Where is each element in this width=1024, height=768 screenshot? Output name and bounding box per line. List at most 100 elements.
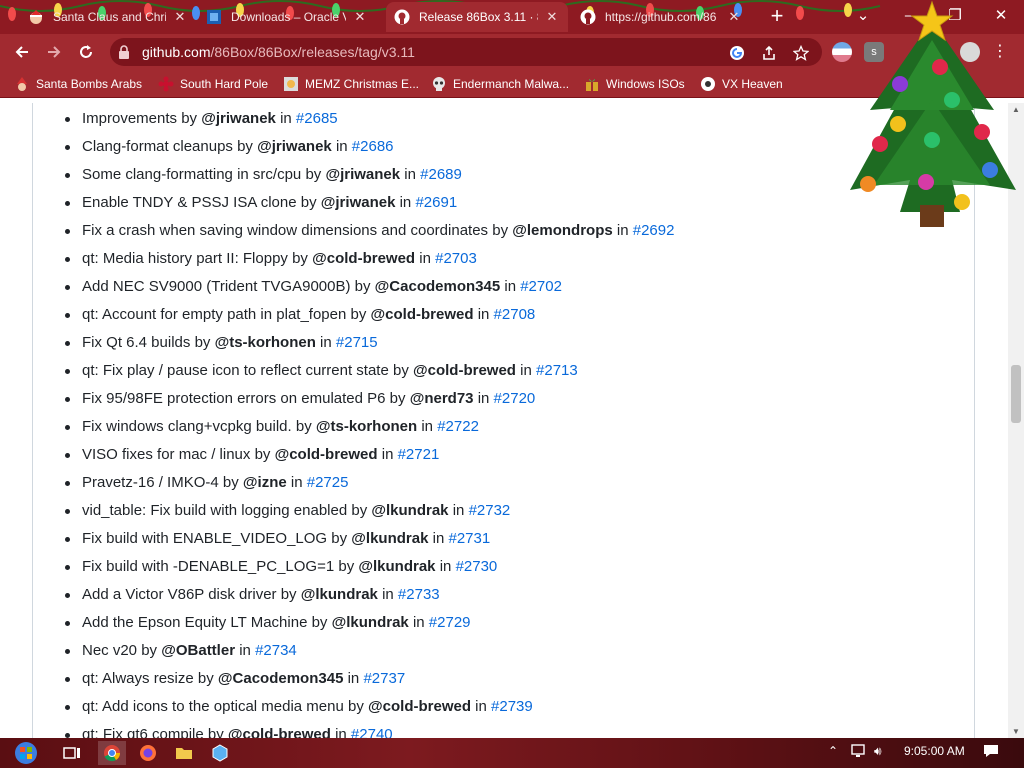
pull-request-link[interactable]: #2713 [536,362,578,379]
pull-request-link[interactable]: #2720 [494,390,536,407]
star-bookmark-icon[interactable] [792,44,810,62]
taskbar-chrome[interactable] [98,741,126,765]
pull-request-link[interactable]: #2715 [336,334,378,351]
author-link[interactable]: @lkundrak [351,530,428,547]
gift-icon [584,76,600,92]
pull-request-link[interactable]: #2731 [448,530,490,547]
author-link[interactable]: @jriwanek [325,166,400,183]
author-link[interactable]: @jriwanek [201,110,276,127]
pull-request-link[interactable]: #2729 [429,614,471,631]
bookmark-south-hard-pole[interactable]: South Hard Pole [158,74,268,94]
commit-title: qt: Add icons to the optical media menu [82,698,344,715]
author-link[interactable]: @jriwanek [257,138,332,155]
clock[interactable]: 9:05:00 AM [904,744,965,758]
pull-request-link[interactable]: #2732 [469,502,511,519]
author-link[interactable]: @jriwanek [321,194,396,211]
pull-request-link[interactable]: #2703 [435,250,477,267]
address-bar[interactable]: github.com/86Box/86Box/releases/tag/v3.1… [110,38,822,66]
by-word: by [305,166,322,183]
close-icon[interactable]: ✕ [352,9,368,25]
santa-icon [28,9,44,25]
pull-request-link[interactable]: #2733 [398,586,440,603]
author-link[interactable]: @lkundrak [371,502,448,519]
pull-request-link[interactable]: #2722 [437,418,479,435]
bookmark-santa-bombs-arabs[interactable]: Santa Bombs Arabs [14,74,142,94]
bookmark-label: Santa Bombs Arabs [36,77,143,91]
bookmark-windows-isos[interactable]: Windows ISOs [584,74,685,94]
tab-downloads-oracle[interactable]: Downloads – Oracle V ✕ [198,2,376,32]
bookmark-memz-christmas[interactable]: MEMZ Christmas E... [283,74,419,94]
pull-request-link[interactable]: #2691 [415,194,457,211]
by-word: by [350,306,367,323]
taskbar-firefox[interactable] [134,741,162,765]
author-link[interactable]: @cold-brewed [371,306,474,323]
author-link[interactable]: @cold-brewed [228,726,331,738]
scroll-thumb[interactable] [1011,365,1021,423]
list-item: Pravetz-16 / IMKO-4 by @izne in #2725 [64,473,349,493]
in-word: in [382,586,394,603]
list-item: vid_table: Fix build with logging enable… [64,501,511,521]
pull-request-link[interactable]: #2689 [420,166,462,183]
taskbar-virtualbox[interactable] [206,741,234,765]
author-link[interactable]: @cold-brewed [413,362,516,379]
tab-santa-claus[interactable]: Santa Claus and Christ ✕ [20,2,196,32]
volume-icon[interactable]: 🔊︎ [874,744,882,759]
scroll-down-icon[interactable]: ▼ [1012,727,1020,736]
list-item: Some clang-formatting in src/cpu by @jri… [65,165,462,185]
close-icon[interactable]: ✕ [172,9,188,25]
author-link[interactable]: @nerd73 [410,390,474,407]
back-button[interactable] [8,38,36,66]
bookmark-endermanch-malware[interactable]: Endermanch Malwa... [431,74,569,94]
commit-title: vid_table: Fix build with logging enable… [82,502,348,519]
pull-request-link[interactable]: #2721 [398,446,440,463]
pull-request-link[interactable]: #2708 [494,306,536,323]
in-word: in [347,670,360,687]
author-link[interactable]: @Cacodemon345 [218,670,344,687]
taskbar-file-explorer[interactable] [170,741,198,765]
notification-icon[interactable] [982,742,1000,763]
in-word: in [399,194,412,211]
close-icon[interactable]: ✕ [726,9,742,25]
pull-request-link[interactable]: #2685 [296,110,338,127]
author-link[interactable]: @izne [243,474,287,491]
share-icon[interactable] [760,44,778,62]
task-view-button[interactable] [58,741,86,765]
commit-title: qt: Fix qt6 compile [82,726,204,738]
close-icon[interactable]: ✕ [544,9,560,25]
reload-button[interactable] [72,38,100,66]
pull-request-link[interactable]: #2686 [352,138,394,155]
tab-github-86box[interactable]: https://github.com/86 ✕ [572,2,750,32]
author-link[interactable]: @lemondrops [512,222,612,239]
author-link[interactable]: @OBattler [161,642,235,659]
in-word: in [290,474,303,491]
pull-request-link[interactable]: #2740 [351,726,393,738]
author-link[interactable]: @cold-brewed [368,698,471,715]
author-link[interactable]: @lkundrak [332,614,409,631]
pull-request-link[interactable]: #2734 [255,642,297,659]
author-link[interactable]: @lkundrak [301,586,378,603]
tab-release-86box[interactable]: Release 86Box 3.11 · 86 ✕ [386,2,568,32]
pull-request-link[interactable]: #2737 [363,670,405,687]
pull-request-link[interactable]: #2730 [456,558,498,575]
pull-request-link[interactable]: #2692 [633,222,675,239]
pull-request-link[interactable]: #2702 [520,278,562,295]
tab-title: https://github.com/86 [605,10,717,24]
author-link[interactable]: @ts-korhonen [316,418,417,435]
chevron-up-icon[interactable]: ⌃ [828,744,838,758]
author-link[interactable]: @Cacodemon345 [375,278,501,295]
new-tab-button[interactable]: + [765,4,789,28]
forward-button[interactable] [40,38,68,66]
author-link[interactable]: @lkundrak [358,558,435,575]
by-word: by [292,250,308,267]
pull-request-link[interactable]: #2739 [491,698,533,715]
google-icon[interactable] [728,44,746,62]
release-notes-card: Improvements by @jriwanek in #2685 Clang-… [32,103,975,738]
start-button[interactable] [8,741,44,765]
pull-request-link[interactable]: #2725 [307,474,349,491]
list-item: Improvements by @jriwanek in #2685 [65,109,338,129]
author-link[interactable]: @cold-brewed [275,446,378,463]
author-link[interactable]: @cold-brewed [312,250,415,267]
network-icon[interactable] [850,742,868,763]
author-link[interactable]: @ts-korhonen [215,334,316,351]
bookmark-vx-heaven[interactable]: VX Heaven [700,74,783,94]
